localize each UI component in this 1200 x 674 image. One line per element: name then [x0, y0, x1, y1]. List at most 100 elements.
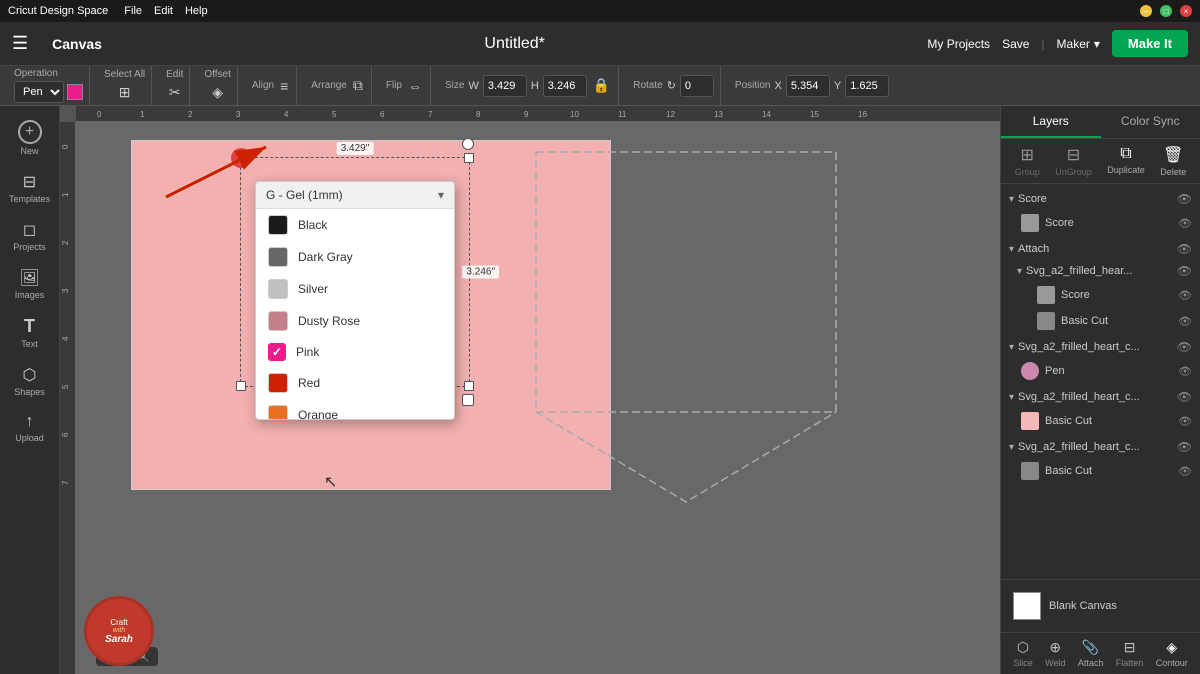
my-projects-link[interactable]: My Projects	[927, 37, 990, 51]
color-item-silver[interactable]: Silver	[256, 273, 454, 305]
svg-gray-name: Svg_a2_frilled_heart_c...	[1018, 441, 1173, 453]
lock-icon[interactable]: 🔒	[591, 75, 612, 96]
score-sub-eye[interactable]: 👁	[1178, 289, 1192, 302]
basic-pink-eye[interactable]: 👁	[1178, 415, 1192, 428]
sidebar-item-shapes[interactable]: ⬡ Shapes	[4, 359, 56, 403]
basic-pink-swatch	[1021, 412, 1039, 430]
sidebar-item-new[interactable]: + New	[4, 114, 56, 162]
delete-action[interactable]: 🗑 Delete	[1160, 145, 1186, 177]
svg-gray-header[interactable]: ▾ Svg_a2_frilled_heart_c... 👁	[1001, 436, 1200, 458]
attach-eye-icon[interactable]: 👁	[1177, 242, 1192, 256]
svg-text:2: 2	[61, 240, 70, 245]
hamburger-menu[interactable]: ☰	[12, 33, 28, 54]
gel-chevron[interactable]: ▾	[438, 188, 444, 202]
svg-pink-header[interactable]: ▾ Svg_a2_frilled_heart_c... 👁	[1001, 386, 1200, 408]
layer-item-pen[interactable]: Pen 👁	[1001, 358, 1200, 384]
score-eye-icon[interactable]: 👁	[1177, 192, 1192, 206]
tab-layers[interactable]: Layers	[1001, 106, 1101, 138]
x-input[interactable]	[786, 75, 830, 97]
offset-icon[interactable]: ◈	[210, 82, 225, 103]
align-label: Align	[252, 80, 274, 91]
flatten-button[interactable]: ⊟ Flatten	[1116, 639, 1144, 668]
layer-svg-pen: ▾ Svg_a2_frilled_heart_c... 👁 Pen 👁	[1001, 336, 1200, 384]
save-button[interactable]: Save	[1002, 37, 1029, 51]
sidebar-item-templates[interactable]: ⊟ Templates	[4, 166, 56, 210]
arrange-icon[interactable]: ⧉	[351, 75, 365, 96]
blank-canvas-item[interactable]: Blank Canvas	[1009, 588, 1192, 624]
close-button[interactable]: ×	[1180, 5, 1192, 17]
slice-button[interactable]: ⬡ Slice	[1013, 639, 1033, 668]
attach-group-header[interactable]: ▾ Attach 👁	[1001, 238, 1200, 260]
images-icon: 🖼	[19, 268, 39, 288]
edit-icon[interactable]: ✂	[167, 82, 183, 103]
score-group-header[interactable]: ▾ Score 👁	[1001, 188, 1200, 210]
position-label: Position	[735, 80, 771, 91]
ruler-left: 0 1 2 3 4 5 6 7	[60, 122, 76, 674]
layer-item-score[interactable]: Score 👁	[1001, 210, 1200, 236]
dusty-rose-swatch	[268, 311, 288, 331]
panel-footer: ⬡ Slice ⊕ Weld 📎 Attach ⊟ Flatten ◈ Cont…	[1001, 632, 1200, 674]
minimize-button[interactable]: ─	[1140, 5, 1152, 17]
color-item-orange[interactable]: Orange	[256, 399, 454, 419]
layer-group-score: ▾ Score 👁 Score 👁	[1001, 188, 1200, 236]
score-collapse-icon: ▾	[1009, 194, 1014, 205]
svg1-header[interactable]: ▾ Svg_a2_frilled_hear... 👁	[1013, 260, 1200, 282]
attach-button[interactable]: 📎 Attach	[1078, 639, 1104, 668]
color-item-black[interactable]: Black	[256, 209, 454, 241]
ungroup-action[interactable]: ⊟ UnGroup	[1055, 145, 1092, 177]
svg-gray-eye[interactable]: 👁	[1177, 440, 1192, 454]
silver-swatch	[268, 279, 288, 299]
basic-cut-1-swatch	[1037, 312, 1055, 330]
svg1-eye[interactable]: 👁	[1177, 264, 1192, 278]
layer-item-score-sub[interactable]: Score 👁	[1013, 282, 1200, 308]
basic-gray-eye[interactable]: 👁	[1178, 465, 1192, 478]
menu-file[interactable]: File	[124, 5, 142, 17]
sidebar-item-upload[interactable]: ↑ Upload	[4, 407, 56, 449]
color-item-pink[interactable]: ✓ Pink	[256, 337, 454, 367]
rotate-input[interactable]	[680, 75, 714, 97]
h-label: H	[531, 80, 539, 92]
height-input[interactable]	[543, 75, 587, 97]
layer-svg-basic-pink: ▾ Svg_a2_frilled_heart_c... 👁 Basic Cut …	[1001, 386, 1200, 434]
sidebar-item-images[interactable]: 🖼 Images	[4, 262, 56, 306]
svg-pink-eye[interactable]: 👁	[1177, 390, 1192, 404]
canvas-content[interactable]: 3.429" 3.246"	[76, 122, 1000, 674]
color-picker-dropdown[interactable]: G - Gel (1mm) ▾ Black Dark Gray Silver	[255, 181, 455, 420]
menu-edit[interactable]: Edit	[154, 5, 173, 17]
color-item-red[interactable]: Red	[256, 367, 454, 399]
align-icon[interactable]: ≡	[278, 76, 290, 96]
svg-pen-eye[interactable]: 👁	[1177, 340, 1192, 354]
canvas-area[interactable]: 0 1 2 3 4 5 6 7 8 9 10 11 12 13 14 15 16	[60, 106, 1000, 674]
app-title: Cricut Design Space	[8, 5, 108, 17]
deselect-button[interactable]: ×	[231, 148, 251, 168]
duplicate-action[interactable]: ⧉ Duplicate	[1107, 145, 1145, 177]
contour-button[interactable]: ◈ Contour	[1156, 639, 1188, 668]
layer-item-basic-pink[interactable]: Basic Cut 👁	[1001, 408, 1200, 434]
machine-selector[interactable]: Maker ▾	[1057, 37, 1100, 51]
operation-select[interactable]: Pen	[14, 81, 64, 103]
score-item-eye[interactable]: 👁	[1178, 217, 1192, 230]
color-name-orange: Orange	[298, 408, 338, 419]
gel-header[interactable]: G - Gel (1mm) ▾	[256, 182, 454, 209]
tab-color-sync[interactable]: Color Sync	[1101, 106, 1200, 138]
flip-icon[interactable]: ⇔	[406, 76, 424, 96]
pen-color-swatch[interactable]	[67, 84, 83, 100]
layer-item-basic-gray[interactable]: Basic Cut 👁	[1001, 458, 1200, 484]
select-all-icon[interactable]: ⊞	[117, 82, 133, 103]
group-action[interactable]: ⊞ Group	[1015, 145, 1040, 177]
color-item-dark-gray[interactable]: Dark Gray	[256, 241, 454, 273]
delete-icon: 🗑	[1163, 145, 1183, 165]
y-input[interactable]	[845, 75, 889, 97]
svg-pen-header[interactable]: ▾ Svg_a2_frilled_heart_c... 👁	[1001, 336, 1200, 358]
make-it-button[interactable]: Make It	[1112, 30, 1188, 57]
menu-help[interactable]: Help	[185, 5, 208, 17]
color-item-dusty-rose[interactable]: Dusty Rose	[256, 305, 454, 337]
weld-button[interactable]: ⊕ Weld	[1045, 639, 1065, 668]
sidebar-item-text[interactable]: T Text	[4, 310, 56, 355]
width-input[interactable]	[483, 75, 527, 97]
maximize-button[interactable]: □	[1160, 5, 1172, 17]
layer-item-basic-cut-1[interactable]: Basic Cut 👁	[1013, 308, 1200, 334]
basic-cut-1-eye[interactable]: 👁	[1178, 315, 1192, 328]
sidebar-item-projects[interactable]: ◻ Projects	[4, 214, 56, 258]
pen-layer-eye[interactable]: 👁	[1178, 365, 1192, 378]
